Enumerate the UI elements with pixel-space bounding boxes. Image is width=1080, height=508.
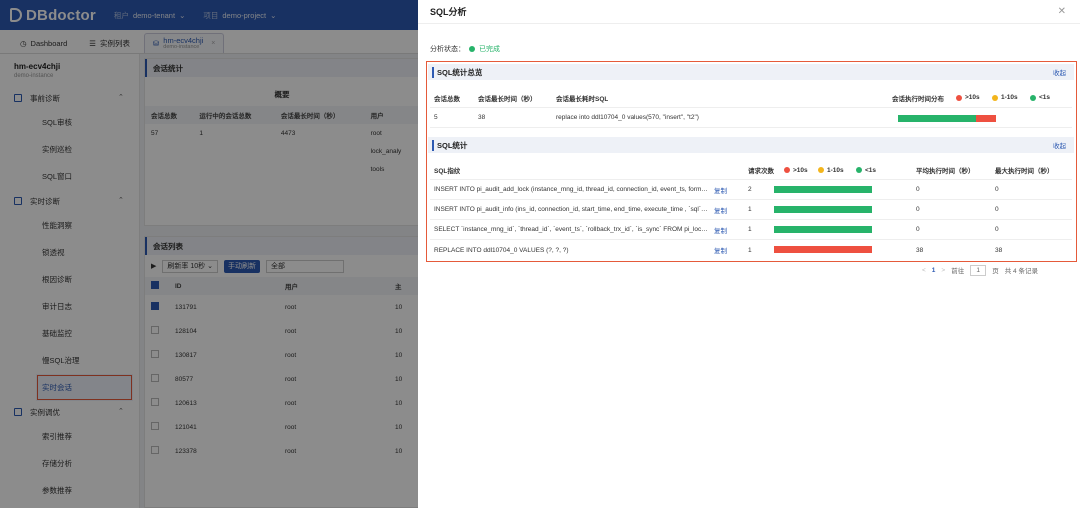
sql-stats-section-header: SQL统计 收起 — [428, 137, 1074, 153]
request-bar — [774, 246, 872, 253]
distribution-bar-red — [976, 115, 996, 122]
cell-avg: 38 — [916, 246, 924, 254]
overview-header-row: 会话总数 会话最长时间（秒） 会话最长耗时SQL 会话执行时间分布 >10s 1… — [430, 88, 1072, 108]
request-bar — [774, 226, 872, 233]
status-value: 已完成 — [479, 46, 500, 53]
table-row[interactable]: SELECT `instance_mng_id`, `thread_id`, `… — [430, 220, 1072, 240]
legend-dot-icon — [1030, 94, 1036, 101]
copy-button[interactable]: 复制 — [714, 205, 727, 215]
modal-header: SQL分析 ✕ — [418, 0, 1080, 24]
overview-section-header: SQL统计总览 收起 — [428, 64, 1074, 80]
pagination: < 1 > 前往 1 页 共 4 条记录 — [922, 264, 1038, 276]
cell-sql-fingerprint: INSERT INTO pi_audit_add_lock (instance_… — [434, 186, 708, 193]
close-icon[interactable]: ✕ — [1058, 6, 1066, 17]
overview-row: 5 38 replace into ddl10704_0 values(570,… — [430, 108, 1072, 128]
header-cell: 平均执行时间（秒） — [916, 168, 975, 175]
prev-page-button[interactable]: < — [922, 267, 926, 274]
goto-label: 前往 — [951, 268, 965, 275]
cell-sql-fingerprint: REPLACE INTO ddl10704_0 VALUES (?, ?, ?) — [434, 246, 569, 254]
legend-label: <1s — [865, 166, 877, 174]
copy-button[interactable]: 复制 — [714, 245, 727, 255]
sql-stats-title: SQL统计 — [432, 139, 467, 151]
header-cell: 会话执行时间分布 — [892, 95, 944, 103]
cell-sql: replace into ddl10704_0 values(570, "ins… — [556, 114, 699, 121]
cell-max-time: 38 — [478, 114, 486, 121]
status-dot-icon — [469, 46, 475, 52]
legend-label: >10s — [965, 94, 980, 101]
next-page-button[interactable]: > — [941, 267, 945, 274]
header-cell: 会话最长时间（秒） — [478, 95, 537, 103]
legend-dot-icon — [992, 94, 998, 101]
total-records: 共 4 条记录 — [1004, 268, 1038, 275]
analysis-status: 分析状态： 已完成 — [430, 44, 500, 54]
cell-max: 38 — [995, 246, 1003, 254]
sql-stats-collapse-link[interactable]: 收起 — [1053, 140, 1066, 150]
legend-item: >10s — [956, 94, 980, 101]
legend-label: 1-10s — [1001, 94, 1018, 101]
table-row[interactable]: REPLACE INTO ddl10704_0 VALUES (?, ?, ?)… — [430, 240, 1072, 260]
header-cell: 最大执行时间（秒） — [995, 168, 1054, 175]
distribution-bar-green — [898, 115, 976, 122]
sql-stats-header-row: SQL指纹 请求次数 >10s 1-10s <1s 平均执行时间（秒） 最大执行… — [430, 161, 1072, 180]
legend-item: >10s — [784, 167, 808, 174]
cell-max: 0 — [995, 226, 999, 233]
legend-dot-icon — [818, 167, 824, 173]
legend-item: 1-10s — [992, 94, 1018, 101]
header-cell: 请求次数 — [748, 168, 774, 175]
legend-label: 1-10s — [827, 166, 844, 174]
legend-label: <1s — [1039, 94, 1051, 101]
cell-count: 1 — [748, 246, 752, 254]
cell-count: 2 — [748, 186, 752, 193]
copy-button[interactable]: 复制 — [714, 185, 727, 195]
header-cell: 会话最长耗时SQL — [556, 95, 609, 103]
copy-button[interactable]: 复制 — [714, 225, 727, 235]
legend-dot-icon — [956, 94, 962, 101]
page-suffix: 页 — [992, 268, 999, 275]
legend-item: 1-10s — [818, 167, 844, 174]
goto-page-input[interactable]: 1 — [970, 264, 987, 276]
request-bar — [774, 206, 872, 213]
cell-count: 1 — [748, 206, 752, 213]
overview-title: SQL统计总览 — [432, 66, 482, 78]
cell-max: 0 — [995, 186, 999, 193]
status-label: 分析状态： — [430, 46, 465, 53]
cell-avg: 0 — [916, 206, 920, 213]
cell-total: 5 — [434, 114, 438, 121]
cell-sql-fingerprint: SELECT `instance_mng_id`, `thread_id`, `… — [434, 226, 708, 233]
modal-overlay[interactable] — [0, 0, 418, 508]
legend-item: <1s — [1030, 94, 1050, 101]
overview-collapse-link[interactable]: 收起 — [1053, 67, 1066, 77]
header-cell: 会话总数 — [434, 95, 460, 103]
cell-avg: 0 — [916, 226, 920, 233]
cell-sql-fingerprint: INSERT INTO pi_audit_info (ins_id, conne… — [434, 206, 708, 213]
modal-title: SQL分析 — [430, 7, 467, 17]
legend-dot-icon — [784, 167, 790, 173]
page-number[interactable]: 1 — [932, 267, 936, 274]
table-row[interactable]: INSERT INTO pi_audit_add_lock (instance_… — [430, 180, 1072, 200]
request-bar — [774, 186, 872, 193]
cell-avg: 0 — [916, 186, 920, 193]
legend-dot-icon — [856, 167, 862, 173]
cell-max: 0 — [995, 206, 999, 213]
legend-label: >10s — [793, 166, 808, 174]
table-row[interactable]: INSERT INTO pi_audit_info (ins_id, conne… — [430, 200, 1072, 220]
cell-count: 1 — [748, 226, 752, 233]
header-cell: SQL指纹 — [434, 168, 461, 175]
legend-item: <1s — [856, 167, 876, 174]
